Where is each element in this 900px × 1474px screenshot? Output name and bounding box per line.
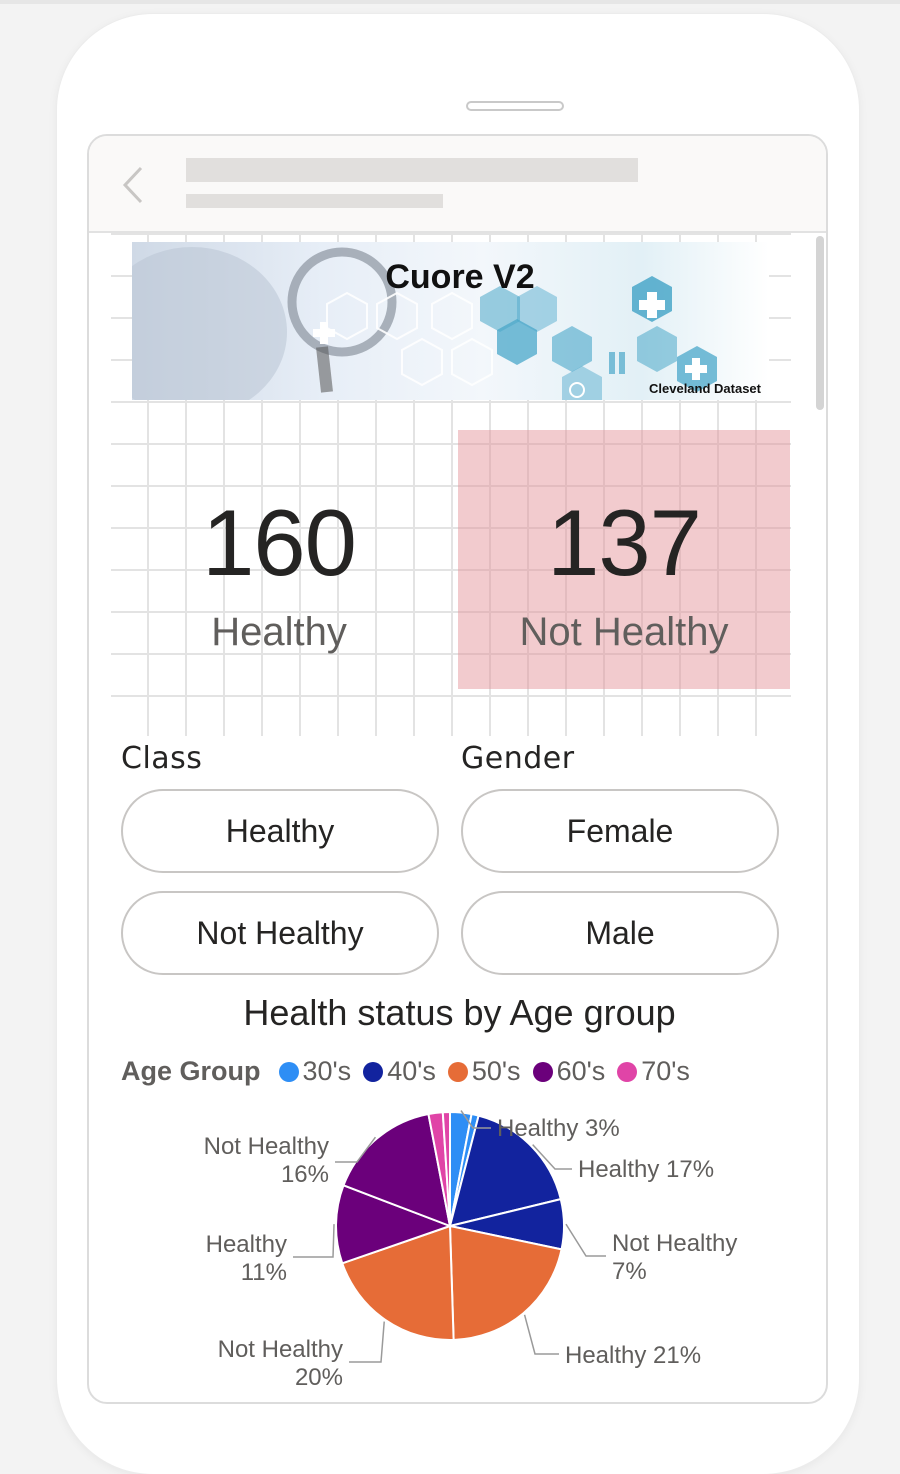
pie-data-label: Healthy 17% xyxy=(578,1156,714,1183)
pie-data-label: Not Healthy xyxy=(218,1336,343,1363)
legend-label-70s: 70's xyxy=(641,1056,690,1086)
legend-item-50s[interactable]: 50's xyxy=(447,1056,521,1087)
browser-top-strip xyxy=(0,0,900,4)
legend-item-60s[interactable]: 60's xyxy=(532,1056,606,1087)
class-option-not-healthy[interactable]: Not Healthy xyxy=(121,891,439,975)
kpi-card-healthy[interactable]: 160 Healthy xyxy=(129,490,429,654)
pie-leader-line xyxy=(349,1321,385,1363)
pie-data-label: 20% xyxy=(295,1364,343,1391)
kpi-healthy-label: Healthy xyxy=(211,610,347,654)
gender-option-male[interactable]: Male xyxy=(461,891,779,975)
pie-data-label: Not Healthy xyxy=(204,1133,329,1160)
legend-dot-50s xyxy=(447,1061,468,1082)
gender-option-female[interactable]: Female xyxy=(461,789,779,873)
chart-title: Health status by Age group xyxy=(243,992,676,1033)
pie-data-label: 16% xyxy=(281,1161,329,1188)
pie-leader-line xyxy=(565,1223,606,1257)
report-title-placeholder xyxy=(186,158,638,182)
legend-title: Age Group xyxy=(121,1056,261,1086)
back-arrow-icon[interactable] xyxy=(119,164,153,206)
report-screen: Cuore V2 Cleveland Dataset 160 Healthy 1… xyxy=(87,134,828,1404)
chart-legend: Age Group 30's 40's 50's 60's 70's xyxy=(121,1056,702,1087)
legend-label-40s: 40's xyxy=(387,1056,436,1086)
vertical-scrollbar[interactable] xyxy=(816,236,824,410)
pie-leader-line xyxy=(523,1314,559,1355)
legend-dot-40s xyxy=(363,1061,384,1082)
kpi-not-healthy-label: Not Healthy xyxy=(519,610,729,654)
legend-item-70s[interactable]: 70's xyxy=(617,1056,690,1087)
pie-leader-line xyxy=(293,1224,335,1258)
phone-speaker xyxy=(466,101,564,111)
legend-item-40s[interactable]: 40's xyxy=(363,1056,436,1087)
pie-data-label: Healthy 3% xyxy=(497,1115,620,1142)
legend-item-30s[interactable]: 30's xyxy=(278,1056,352,1087)
banner-title: Cuore V2 xyxy=(385,258,535,296)
pie-data-label: Healthy xyxy=(206,1231,287,1258)
pie-data-label: 11% xyxy=(241,1259,287,1286)
banner-subtitle: Cleveland Dataset xyxy=(649,381,761,396)
pie-data-label: Not Healthy xyxy=(612,1230,737,1257)
legend-dot-30s xyxy=(278,1061,299,1082)
gender-slicer-title: Gender xyxy=(461,741,575,776)
legend-dot-60s xyxy=(532,1061,553,1082)
legend-dot-70s xyxy=(617,1061,638,1082)
header-banner-image: Cuore V2 Cleveland Dataset xyxy=(132,242,769,400)
legend-label-30s: 30's xyxy=(302,1056,352,1086)
pie-data-label: Healthy 21% xyxy=(565,1342,701,1369)
legend-label-60s: 60's xyxy=(556,1056,606,1086)
report-header xyxy=(89,136,826,233)
kpi-healthy-value: 160 xyxy=(202,490,357,595)
class-slicer-title: Class xyxy=(121,741,203,776)
age-group-pie-chart[interactable]: Healthy 3%Healthy 17%Not Healthy7%Health… xyxy=(89,1096,828,1396)
class-option-healthy[interactable]: Healthy xyxy=(121,789,439,873)
kpi-not-healthy-value: 137 xyxy=(547,490,702,595)
legend-label-50s: 50's xyxy=(471,1056,521,1086)
report-subtitle-placeholder xyxy=(186,194,443,208)
pie-data-label: 7% xyxy=(612,1258,647,1285)
kpi-card-not-healthy[interactable]: 137 Not Healthy xyxy=(458,490,790,654)
